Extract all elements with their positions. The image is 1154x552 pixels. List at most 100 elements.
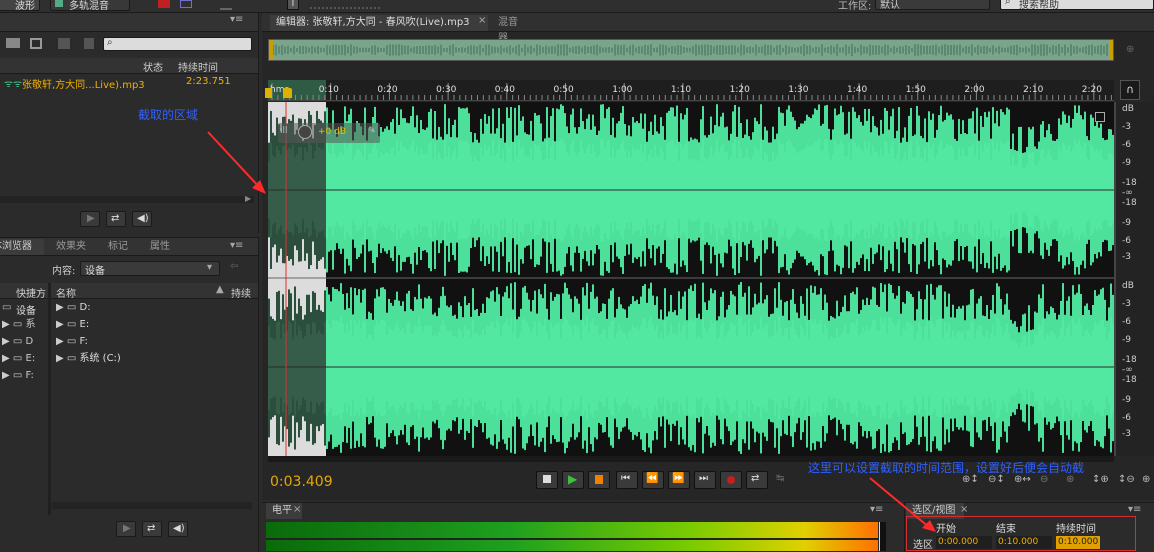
loop-file-button[interactable]: ⇄: [106, 211, 126, 227]
autoplay-preview-button[interactable]: ◀): [168, 521, 188, 537]
playhead-marker[interactable]: [283, 88, 292, 98]
overview-handle-right[interactable]: [1109, 40, 1113, 60]
close-tab-icon[interactable]: ×: [478, 15, 486, 26]
tab-editor[interactable]: 编辑器: 张敬轩,方大同 - 春风吹(Live).mp3: [270, 15, 488, 31]
files-hscroll[interactable]: [0, 196, 254, 203]
headphones-icon[interactable]: ∩: [1120, 80, 1140, 100]
fast-forward-button[interactable]: ⏩: [668, 471, 690, 489]
duration-column-header[interactable]: 持续时间: [178, 59, 218, 74]
back-arrow-icon[interactable]: ⇦: [230, 261, 238, 272]
file-row[interactable]: ᯤᯤ 张敬轩,方大同...Live).mp3 2:23.751: [0, 75, 258, 91]
content-select[interactable]: 设备 ▾: [80, 261, 220, 277]
selection-start-field[interactable]: 0:00.000: [936, 536, 992, 549]
sort-up-icon[interactable]: ▲: [216, 284, 224, 295]
panel-menu-icon[interactable]: ▾≡: [870, 504, 883, 515]
left-list-item[interactable]: ▶ ▭ 系: [2, 318, 48, 332]
skip-button[interactable]: ↹: [772, 471, 794, 489]
record-button[interactable]: [720, 471, 742, 489]
overview-handle-left[interactable]: [269, 40, 273, 60]
zoom-icon[interactable]: ⊕: [1126, 44, 1134, 55]
help-search-input[interactable]: ⌕ 搜索帮助: [1000, 0, 1154, 11]
hud-gain-value[interactable]: +0 dB: [318, 127, 346, 137]
expand-icon: ▶ ▭: [56, 336, 80, 347]
name-column-header[interactable]: 名称: [56, 285, 76, 300]
db-scale-label: -6: [1122, 317, 1131, 327]
drive-item[interactable]: ▶ ▭ F:: [56, 335, 236, 349]
time-selection-tool-icon[interactable]: I: [287, 0, 299, 10]
zoom-full-icon[interactable]: ⊕: [1066, 474, 1084, 488]
selection-start-marker[interactable]: [265, 88, 272, 98]
drive-item[interactable]: ▶ ▭ 系统 (C:): [56, 352, 236, 366]
browser-hscroll[interactable]: [52, 502, 252, 509]
close-tab-icon[interactable]: ×: [960, 504, 968, 515]
db-scale-label: -18: [1122, 375, 1137, 385]
tool-icon[interactable]: [310, 1, 380, 9]
move-tool-icon[interactable]: [220, 0, 232, 10]
left-list-item[interactable]: ▶ ▭ D: [2, 335, 48, 349]
pane-divider[interactable]: [48, 283, 51, 515]
panel-menu-icon[interactable]: ▾≡: [230, 14, 243, 25]
tab-markers[interactable]: 标记: [102, 239, 134, 255]
tab-media-browser[interactable]: 媒体浏览器: [0, 239, 44, 255]
record-icon[interactable]: [158, 0, 170, 8]
zoom-out-time-icon[interactable]: ⊖: [1040, 474, 1058, 488]
vertical-scroll[interactable]: [1114, 102, 1116, 456]
db-scale-label: -9: [1122, 158, 1131, 168]
loop-icon: ⇄: [111, 213, 120, 224]
close-tab-icon[interactable]: ×: [293, 504, 301, 515]
play-icon: ▶: [87, 213, 95, 224]
go-to-start-button[interactable]: ⏮: [616, 471, 638, 489]
hud-panel[interactable]: ıll +0 dB ✎: [278, 123, 380, 143]
stop-button[interactable]: [536, 471, 558, 489]
tab-mixer[interactable]: 混音器: [492, 15, 532, 44]
waveform-view-button[interactable]: 波形: [0, 0, 40, 12]
autoplay-button[interactable]: ◀): [132, 211, 152, 227]
volume-knob-icon[interactable]: [298, 125, 312, 139]
play-button[interactable]: ▶: [562, 471, 584, 489]
left-list-item[interactable]: ▶ ▭ E:: [2, 352, 48, 366]
duration-column-header: 持续时间: [1056, 524, 1096, 535]
meter-peak: [879, 522, 886, 551]
channel-toggle-icon[interactable]: [1095, 112, 1105, 122]
workspace-select[interactable]: 默认: [875, 0, 990, 11]
db-scale[interactable]: dB -3 -6 -9 -18 -∞ -18 -9 -6 -3 dB -3 -6 -9 -18 -∞ -18 -9…: [1116, 102, 1154, 456]
zoom-in-amplitude-icon[interactable]: ⊕↕: [962, 474, 980, 488]
import-icon[interactable]: [30, 38, 42, 49]
go-to-end-button[interactable]: ⏭: [694, 471, 716, 489]
open-file-icon[interactable]: [6, 38, 20, 48]
pin-icon[interactable]: ✎: [368, 126, 376, 136]
multitrack-view-button[interactable]: 多轨混音: [50, 0, 130, 12]
zoom-in-time-icon[interactable]: ⊕↔: [1014, 474, 1032, 488]
tab-effects[interactable]: 效果夹: [50, 239, 92, 255]
delete-icon[interactable]: [84, 38, 94, 49]
play-file-button[interactable]: ▶: [80, 211, 100, 227]
play-preview-button[interactable]: ▶: [116, 521, 136, 537]
current-time-display[interactable]: 0:03.409: [270, 474, 333, 490]
selection-end-field[interactable]: 0:10.000: [996, 536, 1052, 549]
zoom-selection-icon[interactable]: ↕⊕: [1092, 474, 1110, 488]
zoom-extra-icon[interactable]: ⊕: [1142, 474, 1154, 488]
insert-icon[interactable]: [58, 38, 70, 49]
status-column-header[interactable]: 状态: [143, 59, 163, 74]
waveform-canvas[interactable]: [268, 102, 1114, 456]
pause-button[interactable]: [588, 471, 610, 489]
loop-preview-button[interactable]: ⇄: [142, 521, 162, 537]
file-search-input[interactable]: ⌕: [103, 37, 252, 51]
panel-menu-icon[interactable]: ▾≡: [230, 240, 243, 251]
zoom-out-amplitude-icon[interactable]: ⊖↕: [988, 474, 1006, 488]
loop-button[interactable]: ⇄: [746, 471, 768, 489]
duration-column-header[interactable]: 持续: [231, 285, 251, 300]
zoom-reset-icon[interactable]: ↕⊖: [1118, 474, 1136, 488]
overview-waveform: [269, 40, 1113, 60]
overview-strip[interactable]: [268, 39, 1114, 61]
scroll-right-icon[interactable]: ▶: [245, 194, 251, 203]
left-list-item[interactable]: ▶ ▭ F:: [2, 369, 48, 383]
tab-properties[interactable]: 属性: [144, 239, 176, 255]
drive-item[interactable]: ▶ ▭ E:: [56, 318, 236, 332]
panel-menu-icon[interactable]: ▾≡: [1128, 504, 1141, 515]
pause-icon: [595, 475, 603, 484]
rewind-button[interactable]: ⏪: [642, 471, 664, 489]
drive-item[interactable]: ▶ ▭ D:: [56, 301, 236, 315]
spectral-icon[interactable]: [180, 0, 192, 8]
selection-duration-field[interactable]: 0:10.000: [1056, 536, 1100, 549]
